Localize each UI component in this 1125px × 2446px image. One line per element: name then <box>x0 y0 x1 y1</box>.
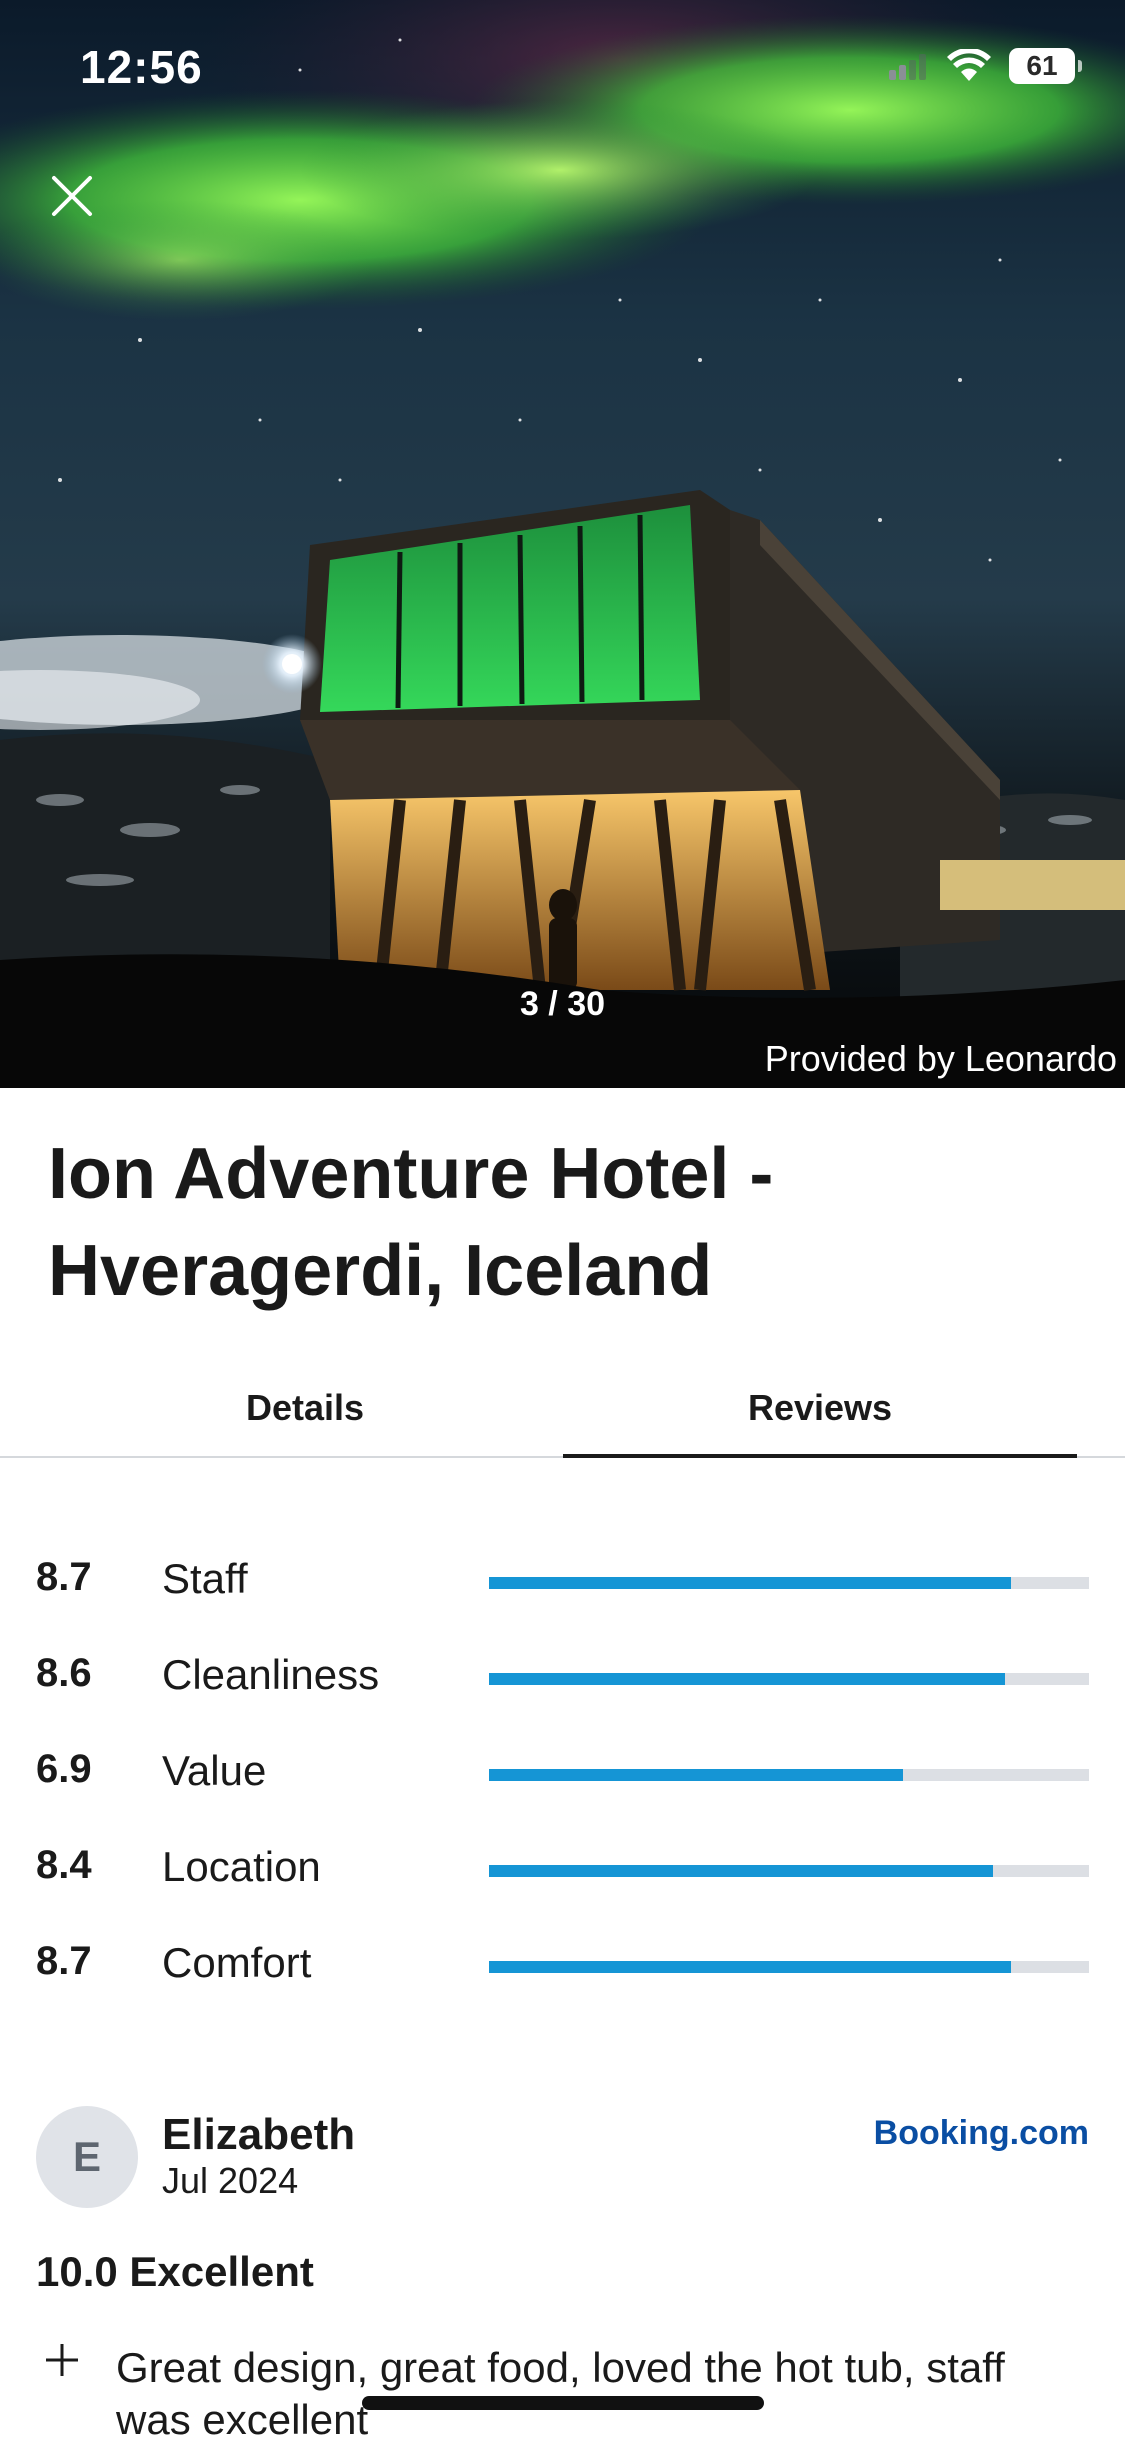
rating-bar <box>489 1577 1089 1589</box>
rating-label: Staff <box>162 1555 248 1602</box>
rating-score: 8.4 <box>36 1843 92 1887</box>
tab-bar: Details Reviews <box>0 1360 1125 1458</box>
cellular-signal-icon <box>889 54 926 80</box>
review-score: 10.0 Excellent <box>36 2248 314 2295</box>
battery-indicator: 61 <box>1009 48 1082 84</box>
rating-bar-fill <box>489 1865 993 1877</box>
rating-score: 8.7 <box>36 1555 92 1599</box>
tab-details[interactable]: Details <box>50 1360 560 1456</box>
category-ratings: 8.7 Staff 8.6 Cleanliness 6.9 Value 8.4 … <box>0 1535 1125 2015</box>
rating-label: Value <box>162 1747 267 1794</box>
reviewer-name: Elizabeth <box>162 2110 356 2159</box>
rating-row-location: 8.4 Location <box>0 1823 1125 1919</box>
status-bar: 12:56 61 <box>0 0 1125 130</box>
rating-bar <box>489 1865 1089 1877</box>
rating-bar <box>489 1769 1089 1781</box>
photo-counter: 3 / 30 <box>519 985 606 1023</box>
rating-label: Location <box>162 1843 321 1890</box>
rating-label: Cleanliness <box>162 1651 380 1698</box>
tab-reviews[interactable]: Reviews <box>563 1360 1077 1458</box>
close-icon <box>52 176 92 216</box>
rating-bar-fill <box>489 1673 1005 1685</box>
avatar: E <box>36 2106 138 2208</box>
review-text: Great design, great food, loved the hot … <box>116 2344 1005 2443</box>
review-source-logo: Booking.com <box>873 2114 1089 2152</box>
rating-score: 8.6 <box>36 1651 92 1695</box>
review-date: Jul 2024 <box>162 2160 299 2201</box>
rating-row-staff: 8.7 Staff <box>0 1535 1125 1631</box>
rating-row-value: 6.9 Value <box>0 1727 1125 1823</box>
hotel-photo[interactable]: 12:56 61 3 / 30 Provided by Leonardo <box>0 0 1125 1088</box>
hotel-photo-image <box>0 0 1125 1088</box>
rating-bar-fill <box>489 1577 1011 1589</box>
rating-label: Comfort <box>162 1939 312 1986</box>
rating-score: 6.9 <box>36 1747 92 1791</box>
rating-row-cleanliness: 8.6 Cleanliness <box>0 1631 1125 1727</box>
home-indicator[interactable] <box>362 2396 764 2410</box>
rating-bar <box>489 1961 1089 1973</box>
rating-bar-fill <box>489 1769 903 1781</box>
close-button[interactable] <box>44 168 100 224</box>
rating-row-comfort: 8.7 Comfort <box>0 1919 1125 2015</box>
photo-credit: Provided by Leonardo <box>764 1038 1117 1079</box>
status-time: 12:56 <box>80 41 203 93</box>
rating-bar <box>489 1673 1089 1685</box>
rating-bar-fill <box>489 1961 1011 1973</box>
rating-score: 8.7 <box>36 1939 92 1983</box>
status-icons: 61 <box>887 48 1082 84</box>
plus-icon <box>46 2344 78 2376</box>
hotel-title: Ion Adventure Hotel - Hveragerdi, Icelan… <box>48 1134 774 1311</box>
wifi-icon <box>947 49 991 81</box>
